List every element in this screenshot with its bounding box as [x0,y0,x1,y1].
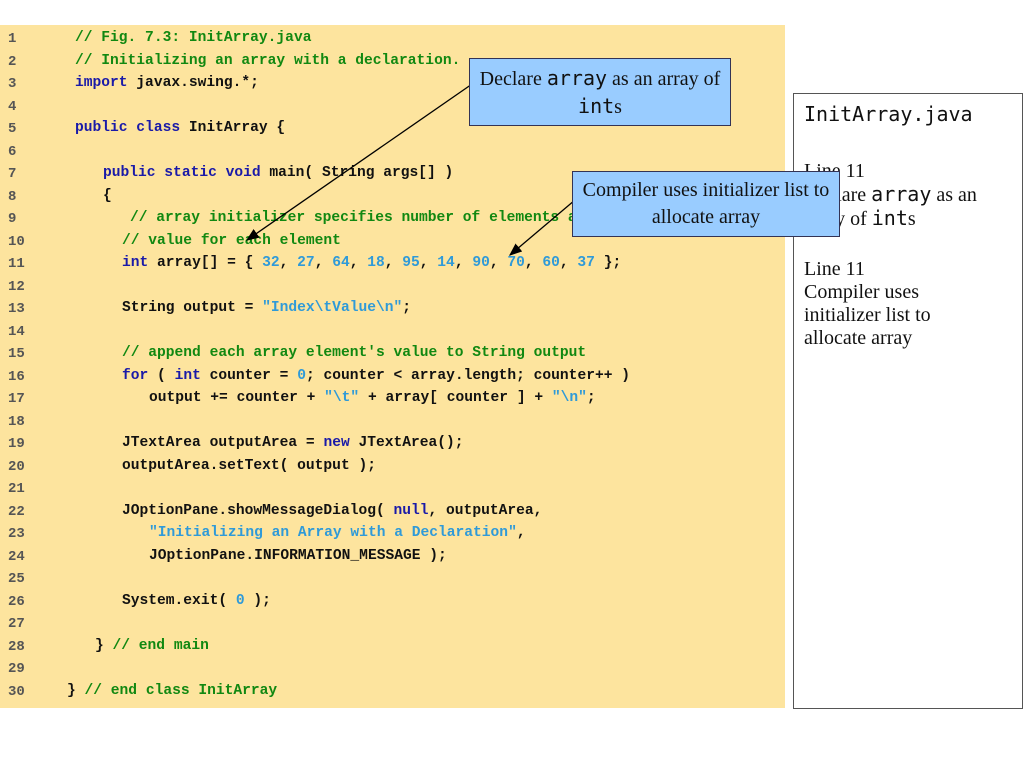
callout-text: Declare [479,68,547,90]
callout-declare-array: Declare array as an array of ints [469,58,731,126]
callout-text: as an array of [607,68,721,90]
callout-code: array [546,66,608,90]
arrow-compiler [509,199,576,256]
callout-code: int [578,94,615,118]
arrow-declare [245,81,476,241]
callout-text: s [614,96,622,118]
callout-compiler: Compiler uses initializer list to alloca… [572,171,840,237]
